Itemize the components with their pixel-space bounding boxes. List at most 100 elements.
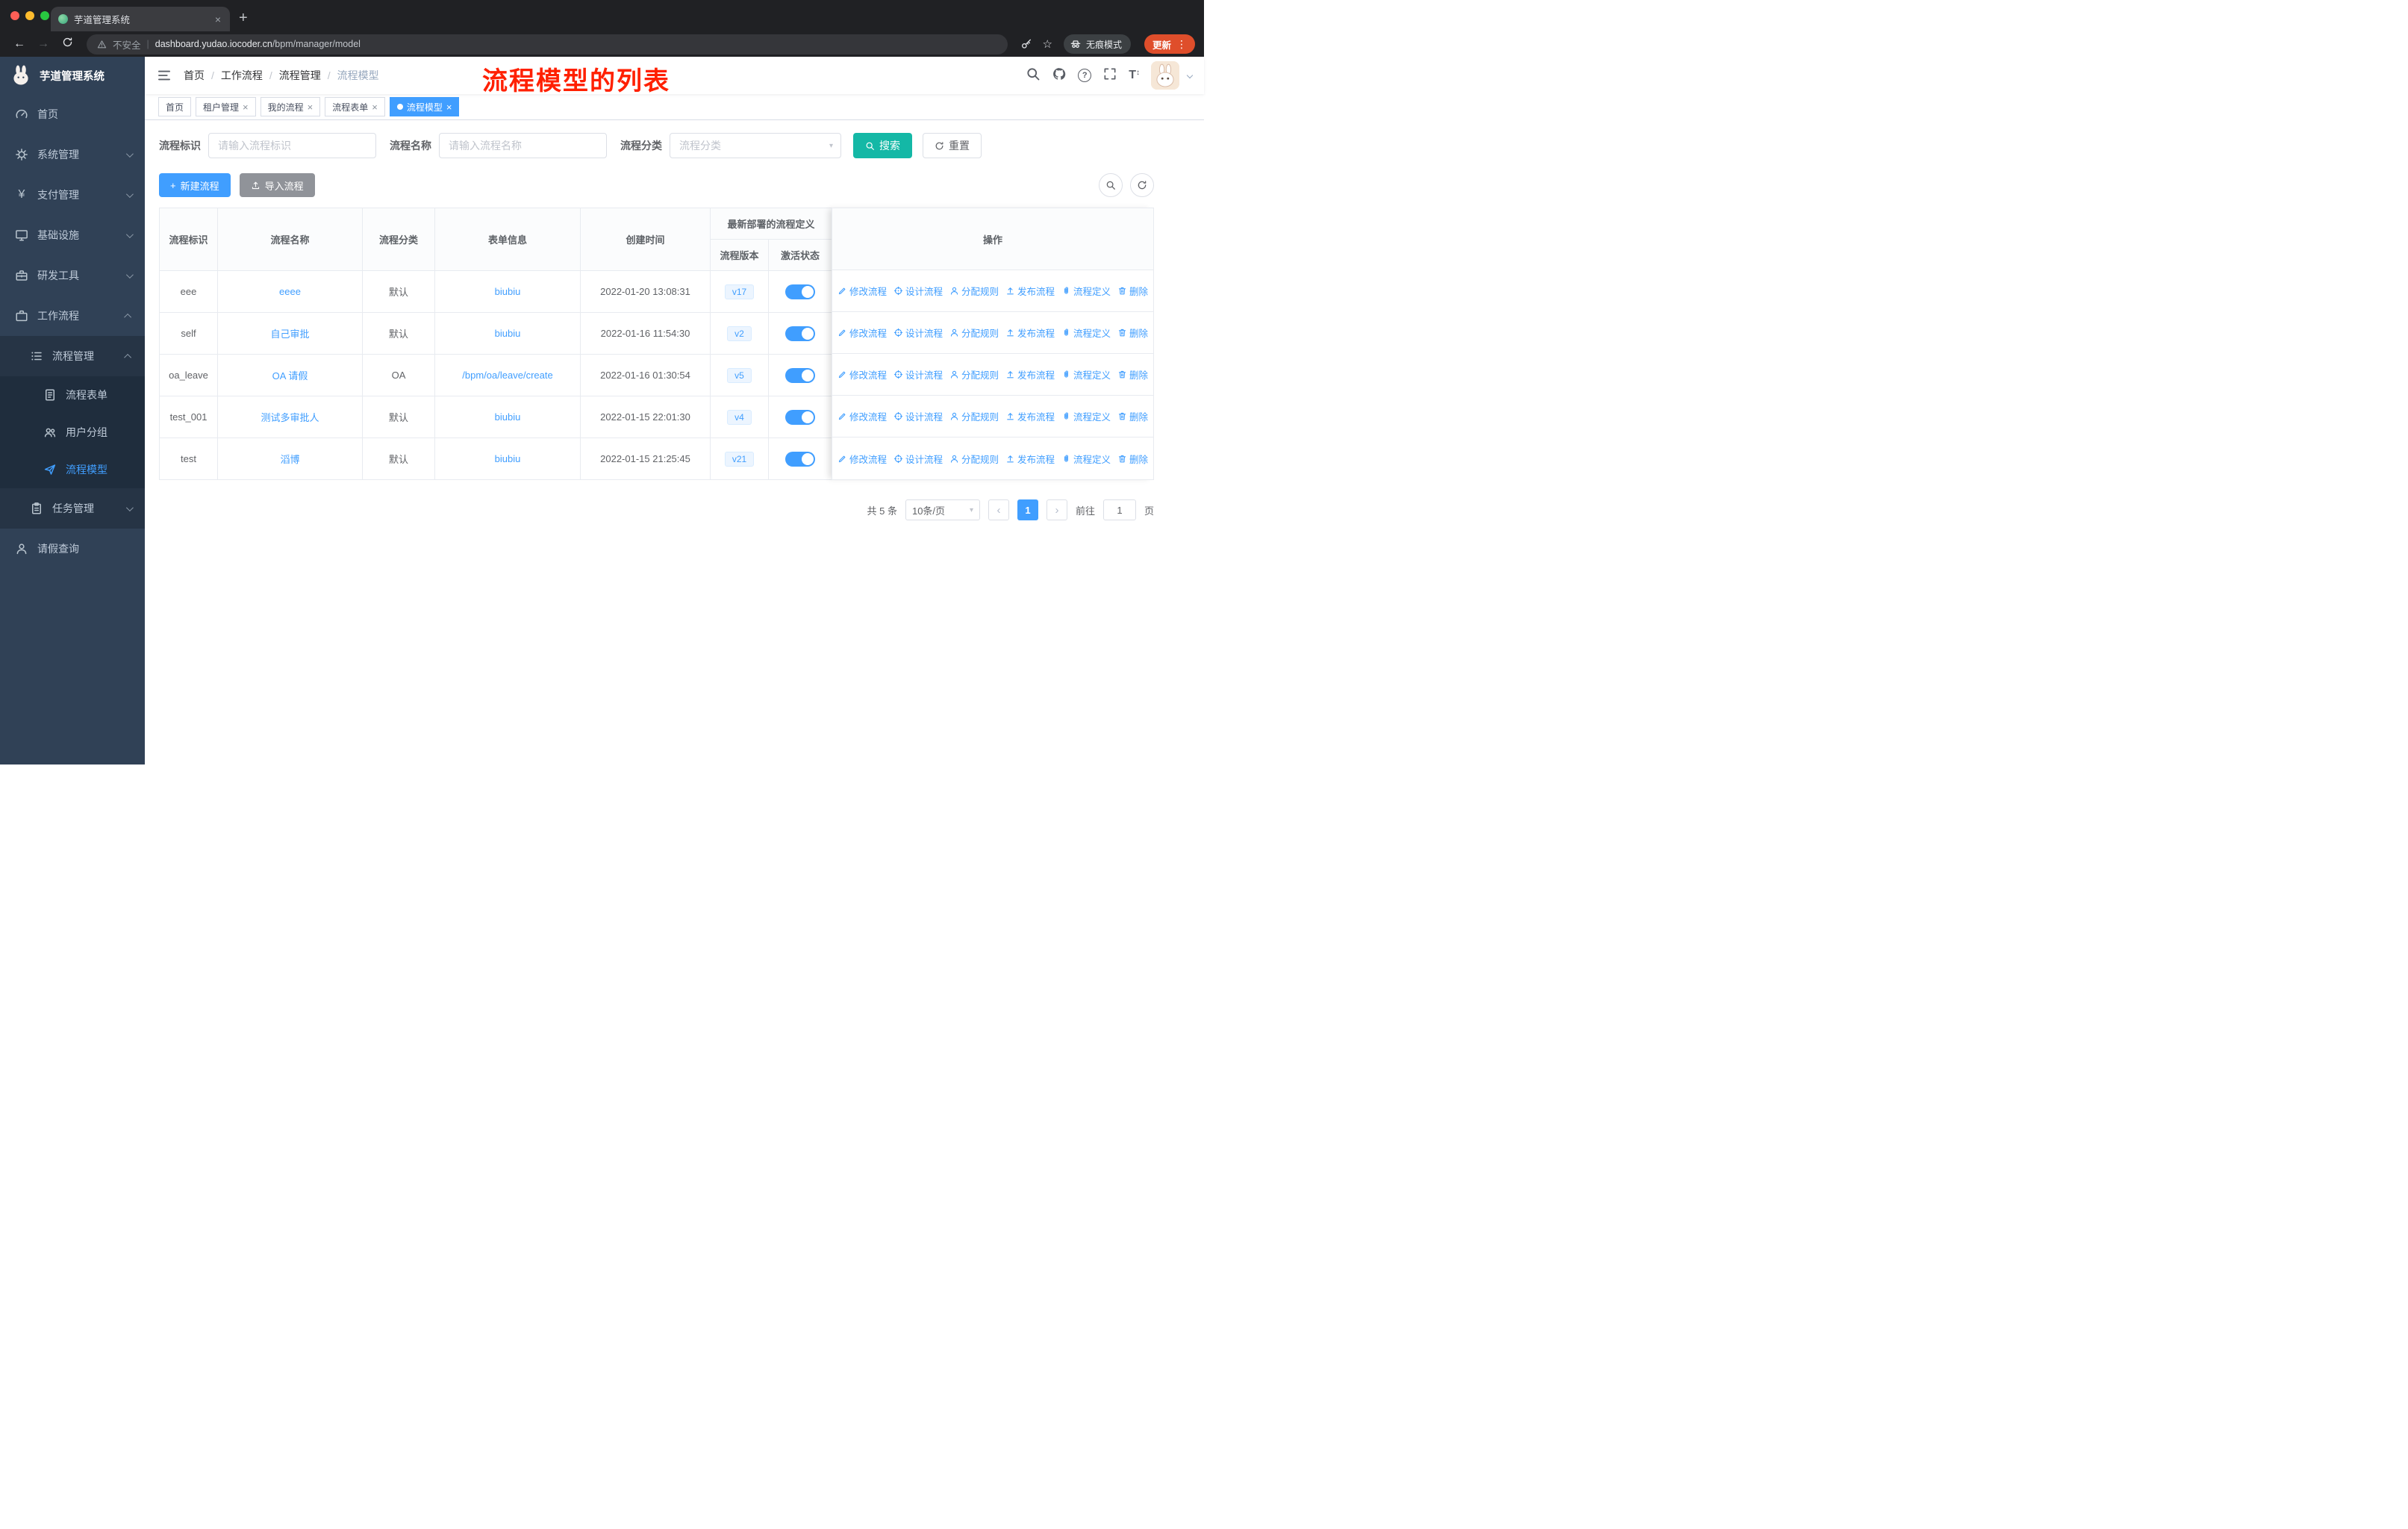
process-key-input[interactable] xyxy=(208,133,376,158)
process-name-link[interactable]: eeee xyxy=(279,286,301,297)
tab-home[interactable]: 首页 xyxy=(158,97,192,116)
tab-process-model[interactable]: 流程模型 × xyxy=(389,97,460,116)
app-logo-row[interactable]: 芋道管理系统 xyxy=(0,57,145,94)
browser-menu-icon[interactable]: ⋮ xyxy=(1176,38,1187,51)
sidebar-item-dev-tools[interactable]: 研发工具 xyxy=(0,255,145,296)
github-icon[interactable] xyxy=(1052,66,1067,85)
assign-rule-link[interactable]: 分配规则 xyxy=(949,284,999,298)
deploy-process-link[interactable]: 发布流程 xyxy=(1005,367,1055,382)
avatar[interactable] xyxy=(1151,61,1179,90)
forward-button[interactable]: → xyxy=(33,37,54,51)
design-process-link[interactable]: 设计流程 xyxy=(893,409,943,423)
delete-link[interactable]: 删除 xyxy=(1117,326,1148,340)
sidebar-item-task-mgmt[interactable]: 任务管理 xyxy=(0,488,145,529)
design-process-link[interactable]: 设计流程 xyxy=(893,326,943,340)
process-name-link[interactable]: 测试多审批人 xyxy=(261,412,319,423)
import-process-button[interactable]: 导入流程 xyxy=(239,173,315,197)
delete-link[interactable]: 删除 xyxy=(1117,409,1148,423)
close-icon[interactable]: × xyxy=(308,102,314,112)
breadcrumb-process-mgmt[interactable]: 流程管理 xyxy=(279,68,321,83)
password-key-icon[interactable] xyxy=(1017,38,1036,50)
fullscreen-icon[interactable] xyxy=(1102,66,1117,85)
active-switch[interactable] xyxy=(785,284,815,299)
close-icon[interactable]: × xyxy=(446,102,452,112)
page-size-select[interactable]: 10条/页 ▾ xyxy=(905,499,980,520)
address-bar[interactable]: 不安全 | dashboard.yudao.iocoder.cn/bpm/man… xyxy=(87,34,1008,55)
back-button[interactable]: ← xyxy=(9,37,30,51)
search-button[interactable]: 搜索 xyxy=(853,133,912,158)
edit-process-link[interactable]: 修改流程 xyxy=(838,452,887,466)
form-link[interactable]: biubiu xyxy=(495,328,521,339)
breadcrumb-home[interactable]: 首页 xyxy=(184,68,205,83)
reload-button[interactable] xyxy=(57,37,78,52)
browser-update-button[interactable]: 更新 ⋮ xyxy=(1144,34,1195,54)
process-name-input[interactable] xyxy=(439,133,607,158)
help-icon[interactable]: ? xyxy=(1078,69,1092,82)
minimize-window-button[interactable] xyxy=(25,11,34,20)
sidebar-item-process-form[interactable]: 流程表单 xyxy=(0,376,145,414)
version-badge[interactable]: v5 xyxy=(727,367,752,383)
design-process-link[interactable]: 设计流程 xyxy=(893,452,943,466)
edit-process-link[interactable]: 修改流程 xyxy=(838,326,887,340)
design-process-link[interactable]: 设计流程 xyxy=(893,367,943,382)
bookmark-star-icon[interactable]: ☆ xyxy=(1039,37,1056,51)
process-definition-link[interactable]: 流程定义 xyxy=(1061,284,1111,298)
form-link[interactable]: biubiu xyxy=(495,411,521,423)
breadcrumb-workflow[interactable]: 工作流程 xyxy=(221,68,263,83)
hamburger-icon[interactable] xyxy=(157,68,172,83)
process-category-select[interactable]: 流程分类 ▾ xyxy=(670,133,841,158)
version-badge[interactable]: v4 xyxy=(727,409,752,425)
edit-process-link[interactable]: 修改流程 xyxy=(838,367,887,382)
edit-process-link[interactable]: 修改流程 xyxy=(838,284,887,298)
delete-link[interactable]: 删除 xyxy=(1117,284,1148,298)
sidebar-item-process-model[interactable]: 流程模型 xyxy=(0,451,145,488)
sidebar-item-leave-query[interactable]: 请假查询 xyxy=(0,529,145,569)
prev-page-button[interactable]: ‹ xyxy=(988,499,1009,520)
process-definition-link[interactable]: 流程定义 xyxy=(1061,367,1111,382)
version-badge[interactable]: v21 xyxy=(724,451,755,467)
form-link[interactable]: biubiu xyxy=(495,453,521,464)
sidebar-item-process-mgmt[interactable]: 流程管理 xyxy=(0,336,145,376)
tab-my-process[interactable]: 我的流程 × xyxy=(260,97,321,116)
sidebar-item-home[interactable]: 首页 xyxy=(0,94,145,134)
close-tab-icon[interactable]: × xyxy=(213,13,222,25)
sidebar-item-payment-mgmt[interactable]: ¥ 支付管理 xyxy=(0,175,145,215)
new-tab-button[interactable]: + xyxy=(230,10,257,31)
delete-link[interactable]: 删除 xyxy=(1117,367,1148,382)
process-definition-link[interactable]: 流程定义 xyxy=(1061,409,1111,423)
current-page-button[interactable]: 1 xyxy=(1017,499,1038,520)
assign-rule-link[interactable]: 分配规则 xyxy=(949,409,999,423)
active-switch[interactable] xyxy=(785,367,815,383)
close-icon[interactable]: × xyxy=(372,102,378,112)
goto-page-input[interactable] xyxy=(1102,499,1136,520)
design-process-link[interactable]: 设计流程 xyxy=(893,284,943,298)
assign-rule-link[interactable]: 分配规则 xyxy=(949,326,999,340)
create-process-button[interactable]: + 新建流程 xyxy=(159,173,231,197)
version-badge[interactable]: v17 xyxy=(724,284,755,299)
maximize-window-button[interactable] xyxy=(40,11,49,20)
form-link[interactable]: /bpm/oa/leave/create xyxy=(462,370,552,381)
sidebar-item-infrastructure[interactable]: 基础设施 xyxy=(0,215,145,255)
reset-button[interactable]: 重置 xyxy=(923,133,982,158)
close-window-button[interactable] xyxy=(10,11,19,20)
assign-rule-link[interactable]: 分配规则 xyxy=(949,452,999,466)
avatar-caret-icon[interactable] xyxy=(1186,72,1194,79)
font-size-icon[interactable]: T ↕ xyxy=(1129,69,1140,82)
deploy-process-link[interactable]: 发布流程 xyxy=(1005,452,1055,466)
deploy-process-link[interactable]: 发布流程 xyxy=(1005,284,1055,298)
deploy-process-link[interactable]: 发布流程 xyxy=(1005,326,1055,340)
active-switch[interactable] xyxy=(785,451,815,467)
search-icon[interactable] xyxy=(1026,66,1041,85)
show-search-button[interactable] xyxy=(1099,173,1123,197)
sidebar-item-workflow[interactable]: 工作流程 xyxy=(0,296,145,336)
process-name-link[interactable]: 滔博 xyxy=(280,454,299,465)
sidebar-item-user-group[interactable]: 用户分组 xyxy=(0,414,145,451)
assign-rule-link[interactable]: 分配规则 xyxy=(949,367,999,382)
form-link[interactable]: biubiu xyxy=(495,286,521,297)
version-badge[interactable]: v2 xyxy=(727,326,752,341)
close-icon[interactable]: × xyxy=(243,102,249,112)
sidebar-item-system-mgmt[interactable]: 系统管理 xyxy=(0,134,145,175)
browser-tab[interactable]: 芋道管理系统 × xyxy=(51,7,230,31)
tab-process-form[interactable]: 流程表单 × xyxy=(325,97,385,116)
active-switch[interactable] xyxy=(785,326,815,341)
